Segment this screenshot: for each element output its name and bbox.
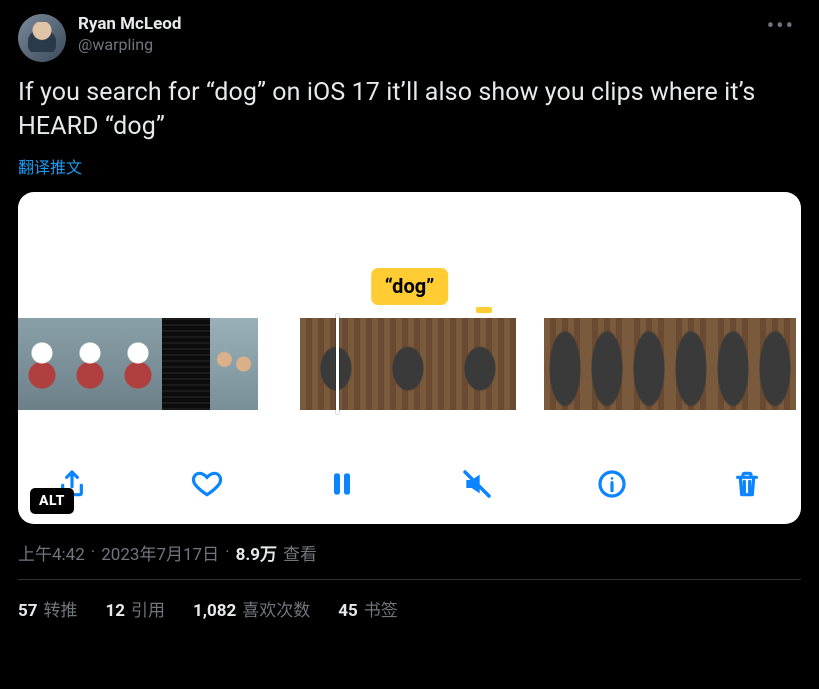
thumbnail [444, 318, 516, 410]
clip-group[interactable] [300, 318, 516, 410]
thumbnail [66, 318, 114, 410]
playhead[interactable] [336, 314, 339, 414]
stat-label: 书签 [364, 601, 398, 621]
thumbnail [586, 318, 628, 410]
thumbnail [754, 318, 796, 410]
thumbnail [670, 318, 712, 410]
author-names[interactable]: Ryan McLeod @warpling [78, 14, 749, 55]
pause-icon[interactable] [324, 466, 360, 502]
meta-sep: · [91, 542, 95, 562]
media-card[interactable]: “dog” [18, 192, 801, 524]
tweet: Ryan McLeod @warpling ••• If you search … [18, 14, 801, 621]
avatar[interactable] [18, 14, 66, 62]
views-count: 8.9万 [236, 540, 277, 565]
stat-bookmarks[interactable]: 45 书签 [338, 596, 398, 621]
trash-icon[interactable] [729, 466, 765, 502]
alt-badge[interactable]: ALT [30, 488, 74, 514]
stat-retweets[interactable]: 57 转推 [18, 596, 78, 621]
thumbnail [544, 318, 586, 410]
stat-count: 57 [18, 601, 38, 621]
stat-label: 喜欢次数 [242, 601, 310, 621]
thumbnail [162, 318, 210, 410]
translate-link[interactable]: 翻译推文 [18, 154, 801, 178]
divider [18, 579, 801, 580]
caption-caret [476, 307, 492, 313]
heart-icon[interactable] [189, 466, 225, 502]
stat-count: 1,082 [193, 601, 236, 621]
stat-label: 引用 [131, 601, 165, 621]
date[interactable]: 2023年7月17日 [101, 540, 219, 565]
stat-quotes[interactable]: 12引用 [106, 596, 166, 621]
handle: @warpling [78, 35, 749, 55]
stat-count: 12 [106, 601, 126, 621]
time[interactable]: 上午4:42 [18, 540, 85, 565]
clip-group[interactable] [18, 318, 258, 410]
stat-count: 45 [338, 601, 358, 621]
more-icon[interactable]: ••• [761, 14, 801, 39]
tweet-stats: 57 转推 12引用 1,082 喜欢次数 45 书签 [18, 596, 801, 621]
views-label: 查看 [283, 540, 317, 565]
caption-tag: “dog” [371, 268, 449, 305]
thumbnail [712, 318, 754, 410]
stat-label: 转推 [44, 601, 78, 621]
display-name: Ryan McLeod [78, 14, 749, 35]
thumbnail [18, 318, 66, 410]
media-toolbar [18, 466, 801, 502]
thumbnail [114, 318, 162, 410]
tweet-header: Ryan McLeod @warpling ••• [18, 14, 801, 62]
clip-group[interactable] [544, 318, 796, 410]
info-icon[interactable] [594, 466, 630, 502]
meta-sep: · [225, 542, 229, 562]
thumbnail [628, 318, 670, 410]
stat-likes[interactable]: 1,082 喜欢次数 [193, 596, 310, 621]
filmstrip[interactable] [18, 318, 801, 410]
tweet-text: If you search for “dog” on iOS 17 it’ll … [18, 76, 801, 144]
thumbnail [210, 318, 258, 410]
tweet-meta: 上午4:42 · 2023年7月17日 · 8.9万 查看 [18, 540, 801, 565]
mute-icon[interactable] [459, 466, 495, 502]
thumbnail [372, 318, 444, 410]
